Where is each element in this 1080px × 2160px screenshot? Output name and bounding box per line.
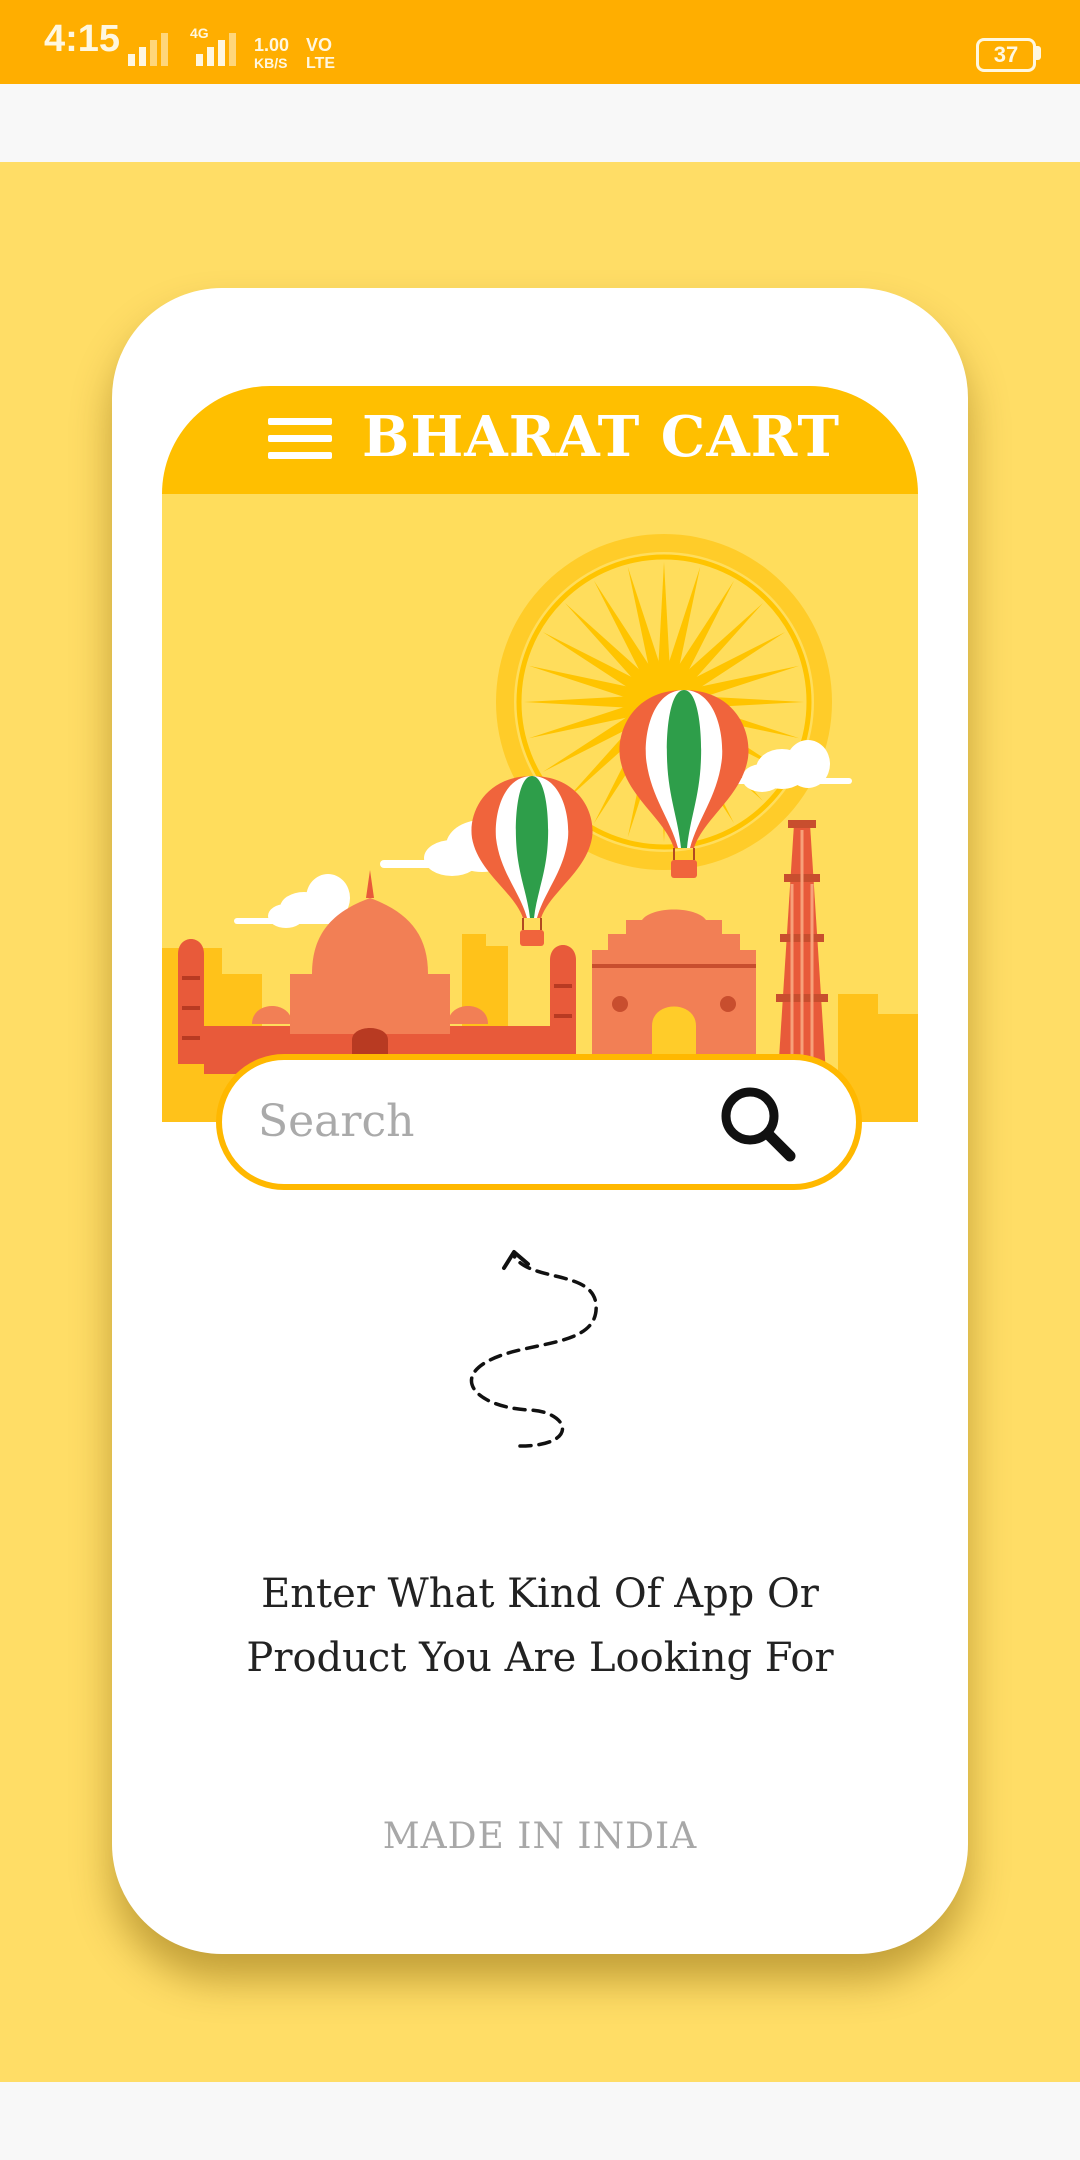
search-icon[interactable] [716,1082,802,1168]
battery-icon: 37 [976,38,1036,72]
india-gate-icon [592,909,756,1074]
search-hint: Enter What Kind Of App Or Product You Ar… [162,1562,918,1690]
india-skyline-illustration [162,534,918,1122]
hero-illustration [162,494,918,1122]
hamburger-menu-icon[interactable] [268,418,332,464]
signal-strength-icon [128,33,168,66]
network-speed-unit: KB/S [254,55,288,71]
lte-label: LTE [306,55,336,72]
status-bar: 4:15 4G 1.00 KB/S VO LTE 37 [0,0,1080,84]
battery-level: 37 [993,42,1019,67]
hot-air-balloon-icon-2 [471,776,593,946]
search-input[interactable] [258,1090,698,1152]
made-in-india-label: MADE IN INDIA [382,1816,698,1857]
search-hint-line-2: Product You Are Looking For [246,1635,834,1681]
network-speed-value: 1.00 [254,35,290,55]
qutub-minar-icon [776,820,828,1074]
app-title: BHARAT CART [362,404,841,470]
status-time: 4:15 [44,18,121,60]
dashed-arrow-icon [469,1250,598,1448]
volte-label: VO [306,35,333,55]
battery-tip [1036,46,1041,60]
action-bar [0,84,1080,162]
navigation-bar [0,2082,1080,2160]
search-bar[interactable] [216,1054,862,1190]
signal-strength-icon-2 [196,33,236,66]
search-hint-line-1: Enter What Kind Of App Or [261,1571,819,1617]
